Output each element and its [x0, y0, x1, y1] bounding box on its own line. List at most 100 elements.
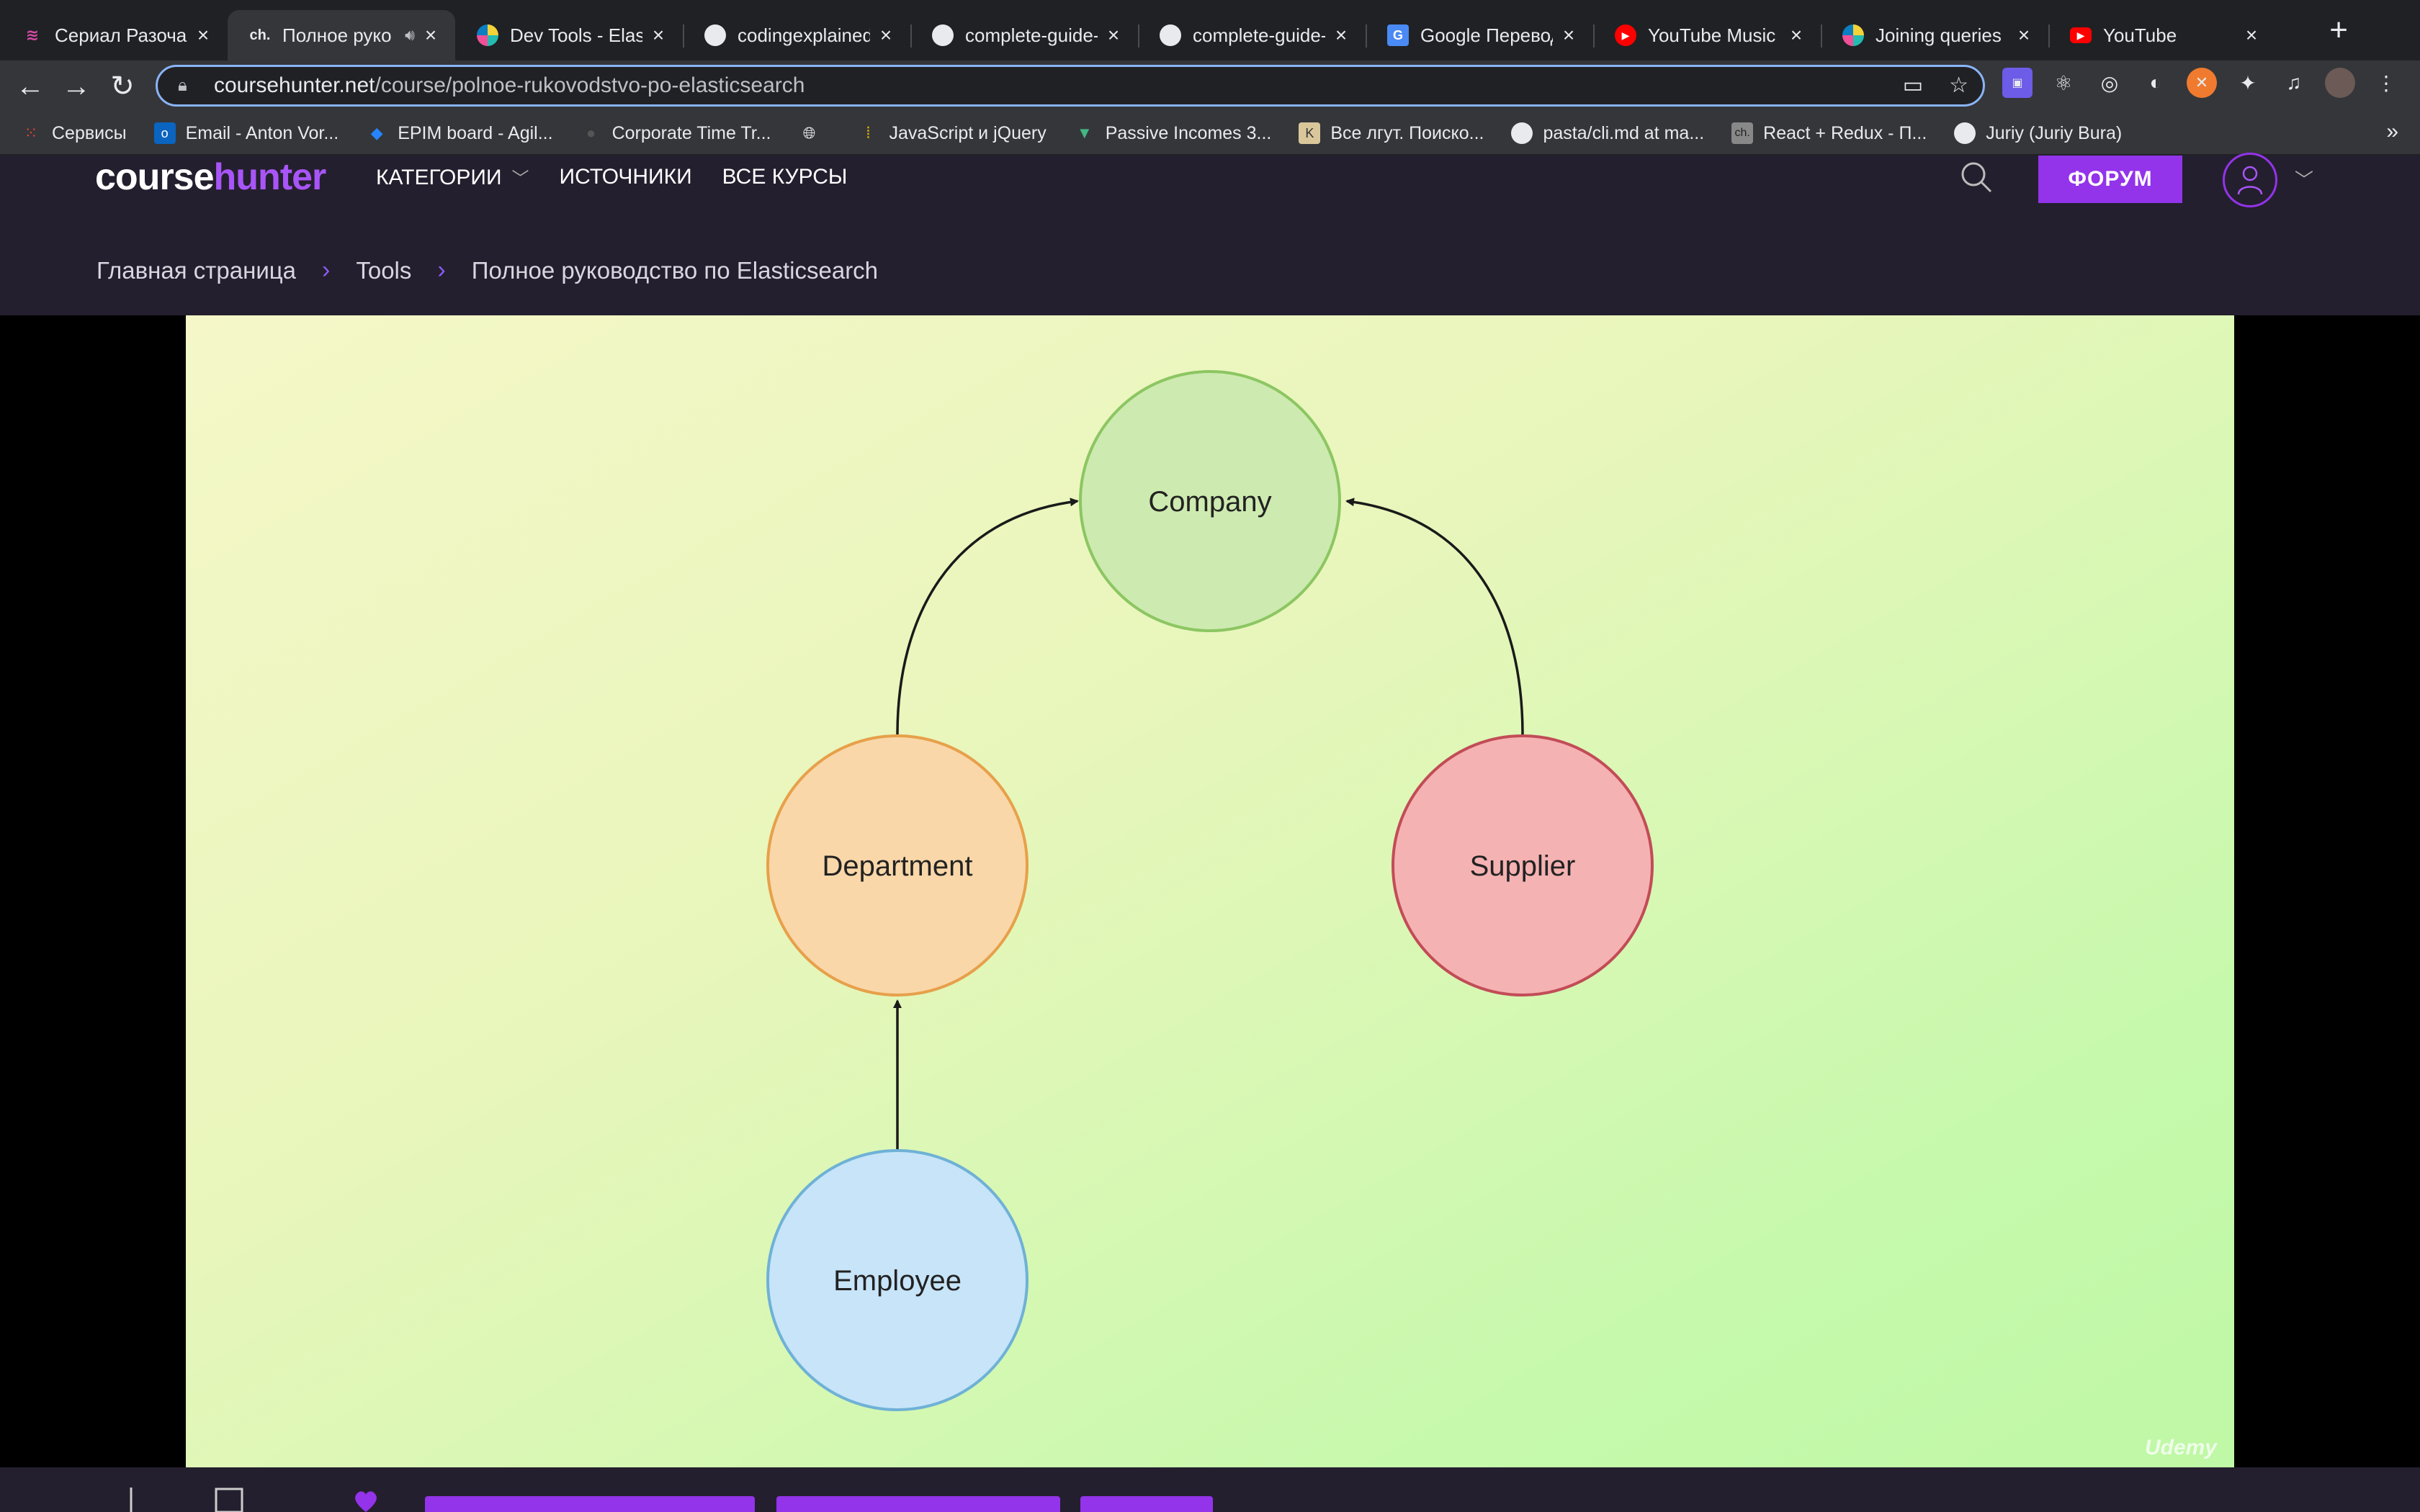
bookmark-label: Email - Anton Vor... [185, 122, 339, 143]
browser-tab[interactable]: Dev Tools - Elast × [455, 10, 683, 60]
close-icon[interactable]: × [193, 24, 213, 47]
materials-button[interactable] [776, 1496, 1060, 1512]
reload-icon[interactable]: ↻ [99, 63, 145, 109]
node-label: Employee [833, 1265, 962, 1297]
browser-tab[interactable]: complete-guide- × [910, 10, 1138, 60]
bookmark-item[interactable]: pasta/cli.md at ma... [1511, 122, 1704, 144]
breadcrumb-section[interactable]: Tools [356, 257, 411, 284]
bookmark-item[interactable]: ◆ EPIM board - Agil... [366, 122, 553, 144]
adblock-icon[interactable]: ✕ [2187, 68, 2217, 98]
browser-tab[interactable]: G Google Перевод × [1366, 10, 1593, 60]
bookmark-bars-icon: ⦙ [866, 124, 870, 142]
edge-department-company [896, 498, 1079, 735]
dark-mode-icon[interactable]: ◐ [2141, 68, 2171, 98]
bookmark-item[interactable]: ● Corporate Time Tr... [581, 122, 771, 144]
list-icon[interactable] [215, 1485, 243, 1512]
close-icon[interactable]: × [421, 24, 441, 47]
bookmarks-overflow-icon[interactable]: » [2386, 120, 2398, 144]
bookmark-star-icon[interactable]: ☆ [1949, 73, 1968, 98]
main-nav: КАТЕГОРИИ ﹀ ИСТОЧНИКИ ВСЕ КУРСЫ [376, 156, 847, 199]
browser-tab[interactable]: ≋ Сериал Разочар × [0, 10, 228, 60]
nav-all-courses[interactable]: ВСЕ КУРСЫ [722, 165, 848, 189]
chevron-down-icon: ﹀ [511, 169, 529, 189]
browser-tab[interactable]: Joining queries | × [1821, 10, 2048, 60]
more-button[interactable] [1080, 1496, 1213, 1512]
browser-tab[interactable]: ▶ YouTube Music × [1593, 10, 1821, 60]
logo-hunter: hunter [213, 156, 327, 198]
close-icon[interactable]: × [1559, 24, 1579, 47]
browser-tab-active[interactable]: ch. Полное руко 🔊︎ × [228, 10, 455, 60]
bookmark-item[interactable]: 🌐︎ [799, 122, 830, 144]
new-tab-plus-icon[interactable]: + [2329, 14, 2348, 46]
bookmark-label: Все лгут. Поиско... [1330, 122, 1484, 143]
bookmark-item[interactable]: K Все лгут. Поиско... [1299, 122, 1484, 144]
close-icon[interactable]: × [2014, 24, 2034, 47]
nav-sources[interactable]: ИСТОЧНИКИ [560, 165, 692, 189]
google-translate-icon: G [1387, 24, 1409, 46]
bookmark-label: Corporate Time Tr... [611, 122, 771, 143]
puzzle-extensions-icon[interactable]: ✦ [2233, 68, 2263, 98]
browser-tab[interactable]: codingexplained × [683, 10, 910, 60]
globe-icon: 🌐︎ [802, 124, 816, 142]
heart-icon[interactable] [351, 1485, 380, 1512]
bookmark-item[interactable]: ⁙ Сервисы [20, 122, 127, 144]
share-icon[interactable] [115, 1485, 144, 1512]
target-icon[interactable]: ◎ [2094, 68, 2125, 98]
breadcrumb: Главная страница › Tools › Полное руково… [97, 256, 878, 284]
bookmark-item[interactable]: Juriy (Juriy Bura) [1954, 122, 2122, 144]
close-icon[interactable]: × [1331, 24, 1351, 47]
address-bar[interactable]: 🔒︎ coursehunter.net /course/polnoe-rukov… [156, 65, 1985, 107]
forward-arrow-icon[interactable]: → [53, 63, 99, 109]
udemy-watermark: Udemy [2144, 1436, 2217, 1459]
bookmark-item[interactable]: ch. React + Redux - П... [1731, 122, 1927, 144]
close-icon[interactable]: × [1103, 24, 1124, 47]
outlook-icon: o [153, 122, 176, 144]
tab-title: Joining queries | [1876, 24, 2008, 46]
browser-tab[interactable]: ▶ YouTube × [2048, 10, 2276, 60]
browser-tab-strip: ≋ Сериал Разочар × ch. Полное руко 🔊︎ × … [0, 0, 2420, 60]
close-icon[interactable]: × [2241, 24, 2262, 47]
react-devtools-icon[interactable]: ⚛ [2048, 68, 2079, 98]
chevron-down-icon[interactable]: ﹀ [2295, 166, 2313, 192]
download-button[interactable] [425, 1496, 755, 1512]
video-player[interactable]: Company Department Supplier Employee Ude… [186, 315, 2234, 1467]
book-icon: K [1299, 122, 1321, 144]
edge-supplier-company [1345, 498, 1524, 735]
redux-devtools-icon[interactable]: ▣ [2002, 68, 2033, 98]
more-menu-icon[interactable]: ⋮ [2371, 68, 2401, 98]
entity-relationship-diagram: Company Department Supplier Employee [766, 370, 1654, 1411]
breadcrumb-home[interactable]: Главная страница [97, 257, 296, 284]
lock-icon: 🔒︎ [178, 76, 187, 95]
tab-title: Google Перевод [1420, 24, 1553, 46]
close-icon[interactable]: × [876, 24, 896, 47]
bookmark-label: Сервисы [52, 122, 127, 143]
nav-categories[interactable]: КАТЕГОРИИ ﹀ [376, 164, 529, 190]
coursehunter-favicon-icon: ch. [249, 27, 271, 43]
user-avatar[interactable] [2223, 153, 2277, 207]
bookmark-item[interactable]: o Email - Anton Vor... [153, 122, 339, 144]
cast-icon[interactable]: ▭ [1903, 73, 1923, 98]
bookmark-item[interactable]: ⦙ JavaScript и jQuery [858, 122, 1047, 144]
bookmarks-bar: ⁙ Сервисы o Email - Anton Vor... ◆ EPIM … [0, 112, 2420, 156]
apps-grid-icon: ⁙ [24, 124, 38, 142]
forum-button[interactable]: ФОРУМ [2038, 156, 2182, 203]
search-icon[interactable] [1959, 160, 1994, 194]
bookmark-label: Juriy (Juriy Bura) [1986, 122, 2123, 143]
lesson-controls-bar [0, 1467, 2420, 1512]
back-arrow-icon[interactable]: ← [7, 63, 53, 109]
bookmark-item[interactable]: ▼ Passive Incomes 3... [1074, 122, 1272, 144]
close-icon[interactable]: × [648, 24, 668, 47]
site-logo[interactable]: course hunter [95, 156, 326, 199]
tab-title: codingexplained [738, 24, 870, 46]
bookmark-label: React + Redux - П... [1763, 122, 1927, 143]
close-icon[interactable]: × [1786, 24, 1806, 47]
media-control-icon[interactable]: ♫ [2279, 68, 2309, 98]
node-label: Supplier [1470, 850, 1576, 882]
speaker-icon[interactable]: 🔊︎ [405, 26, 415, 45]
node-supplier: Supplier [1392, 734, 1654, 996]
tab-title: Dev Tools - Elast [510, 24, 642, 46]
user-icon [2237, 166, 2263, 195]
profile-avatar-icon[interactable] [2325, 68, 2355, 98]
jira-icon: ◆ [370, 124, 383, 142]
browser-tab[interactable]: complete-guide- × [1138, 10, 1366, 60]
